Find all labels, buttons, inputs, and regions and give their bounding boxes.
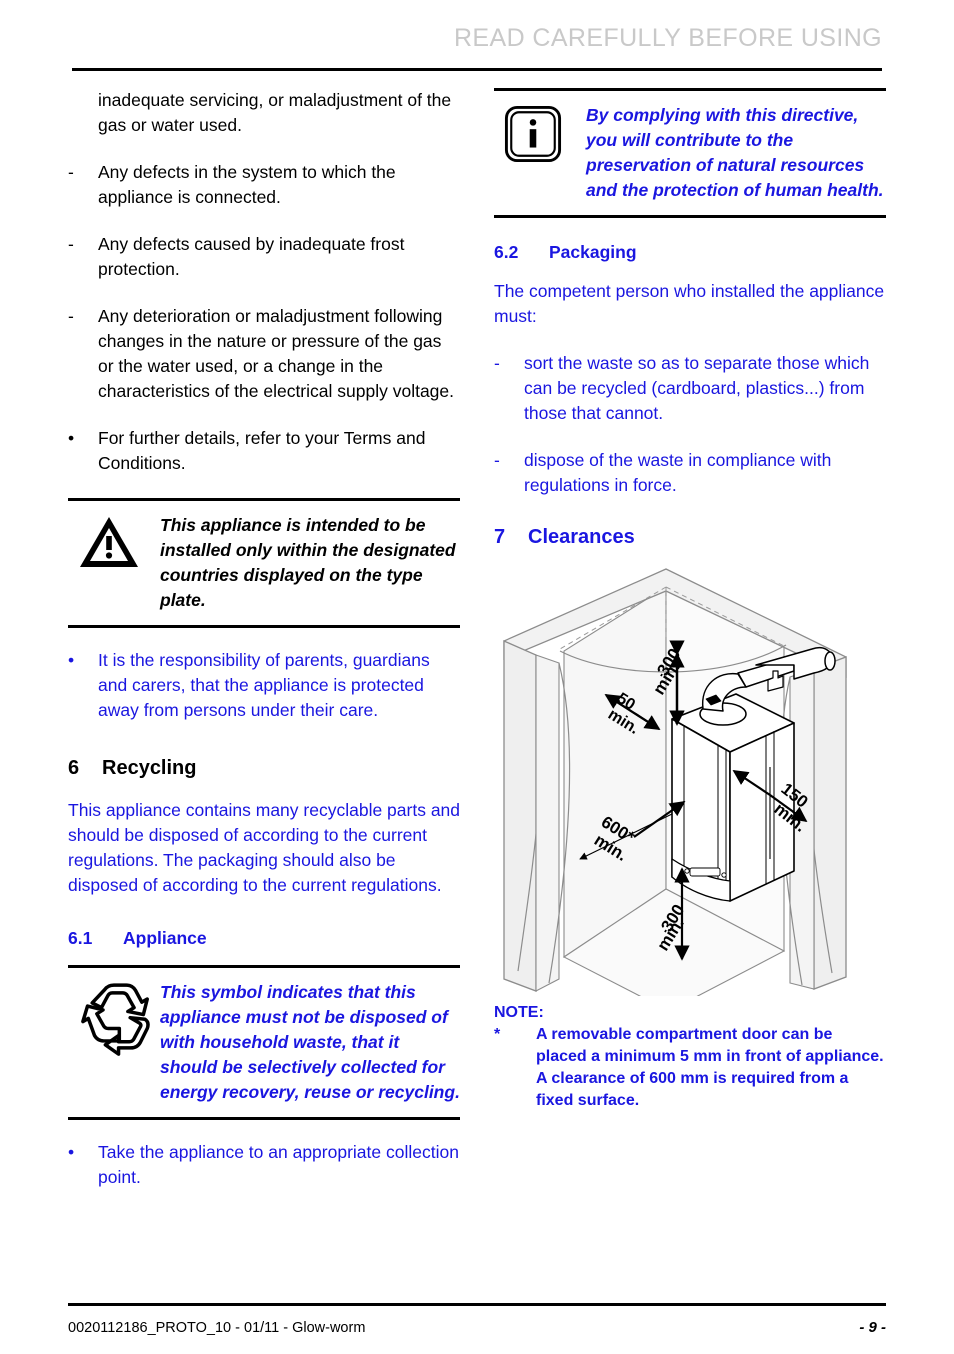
section-number: 6 [68,757,80,779]
list-item: - sort the waste so as to separate those… [494,351,886,426]
section-title: Recycling [102,757,197,779]
boiler-clearances-diagram: 300 min. 50 min. 150 min. 600* min. 300 … [494,559,886,996]
footer-divider-rule [68,1303,886,1306]
list-item: - dispose of the waste in compliance wit… [494,448,886,498]
left-column: inadequate servicing, or maladjustment o… [68,88,460,1212]
note-item: * A removable compartment door can be pl… [494,1024,886,1112]
list-marker: • [68,650,75,670]
section-title: Appliance [123,928,207,948]
section-6-body: This appliance contains many recyclable … [68,800,461,895]
note-heading: NOTE: [494,1004,544,1021]
recycling-symbol-icon [68,980,160,1058]
list-item-text: It is the responsibility of parents, gua… [98,650,430,720]
list-item: • It is the responsibility of parents, g… [68,648,460,723]
recycling-callout-box: This symbol indicates that this applianc… [68,965,460,1120]
list-marker: - [68,234,74,254]
recycling-text: This symbol indicates that this applianc… [160,982,460,1102]
section-heading-6-1: 6.1 Appliance [68,928,460,949]
header-divider-rule [72,68,882,71]
list-item-text: Any deterioration or maladjustment follo… [98,306,454,401]
list-marker: - [494,450,500,470]
list-marker: • [68,428,75,448]
list-item: - Any deterioration or maladjustment fol… [68,304,460,404]
list-item-text: Any defects in the system to which the a… [98,162,396,207]
packaging-intro: The competent person who installed the a… [494,281,885,326]
warning-callout-box: This appliance is intended to be install… [68,498,460,628]
section-heading-6: 6 Recycling [68,757,460,780]
section-number: 6.1 [68,928,93,948]
section-number: 7 [494,526,506,548]
list-item: - Any defects in the system to which the… [68,160,460,210]
document-page: READ CAREFULLY BEFORE USING inadequate s… [0,0,954,1354]
section-number: 6.2 [494,242,519,262]
list-marker: • [68,1142,75,1162]
section-heading-7: 7 Clearances [494,526,886,549]
list-marker: - [68,162,74,182]
list-marker: - [494,353,500,373]
information-text: By complying with this directive, you wi… [586,105,884,200]
section-heading-6-2: 6.2 Packaging [494,242,886,263]
list-item-text: For further details, refer to your Terms… [98,428,426,473]
right-column: By complying with this directive, you wi… [494,88,886,1112]
list-item-text: Take the appliance to an appropriate col… [98,1142,459,1187]
page-header-title: READ CAREFULLY BEFORE USING [453,24,882,52]
list-item-text: dispose of the waste in compliance with … [524,450,832,495]
list-item: • For further details, refer to your Ter… [68,426,460,476]
section-title: Packaging [549,242,637,262]
information-callout-box: By complying with this directive, you wi… [494,88,886,218]
boiler-unit [671,693,795,902]
list-marker: - [68,306,74,326]
section-title: Clearances [528,526,635,548]
information-icon [494,103,586,163]
list-item-text: sort the waste so as to separate those w… [524,353,870,423]
footer-document-code: 0020112186_PROTO_10 - 01/11 - Glow-worm [68,1320,366,1336]
footer-page-number: - 9 - [859,1319,886,1336]
list-item: • Take the appliance to an appropriate c… [68,1140,460,1190]
warning-triangle-icon [68,513,160,571]
warning-text: This appliance is intended to be install… [160,515,456,610]
list-item-text: Any defects caused by inadequate frost p… [98,234,405,279]
note-text: A removable compartment door can be plac… [536,1026,884,1109]
continued-paragraph: inadequate servicing, or maladjustment o… [98,90,452,135]
list-item: - Any defects caused by inadequate frost… [68,232,460,282]
note-marker: * [494,1026,501,1043]
